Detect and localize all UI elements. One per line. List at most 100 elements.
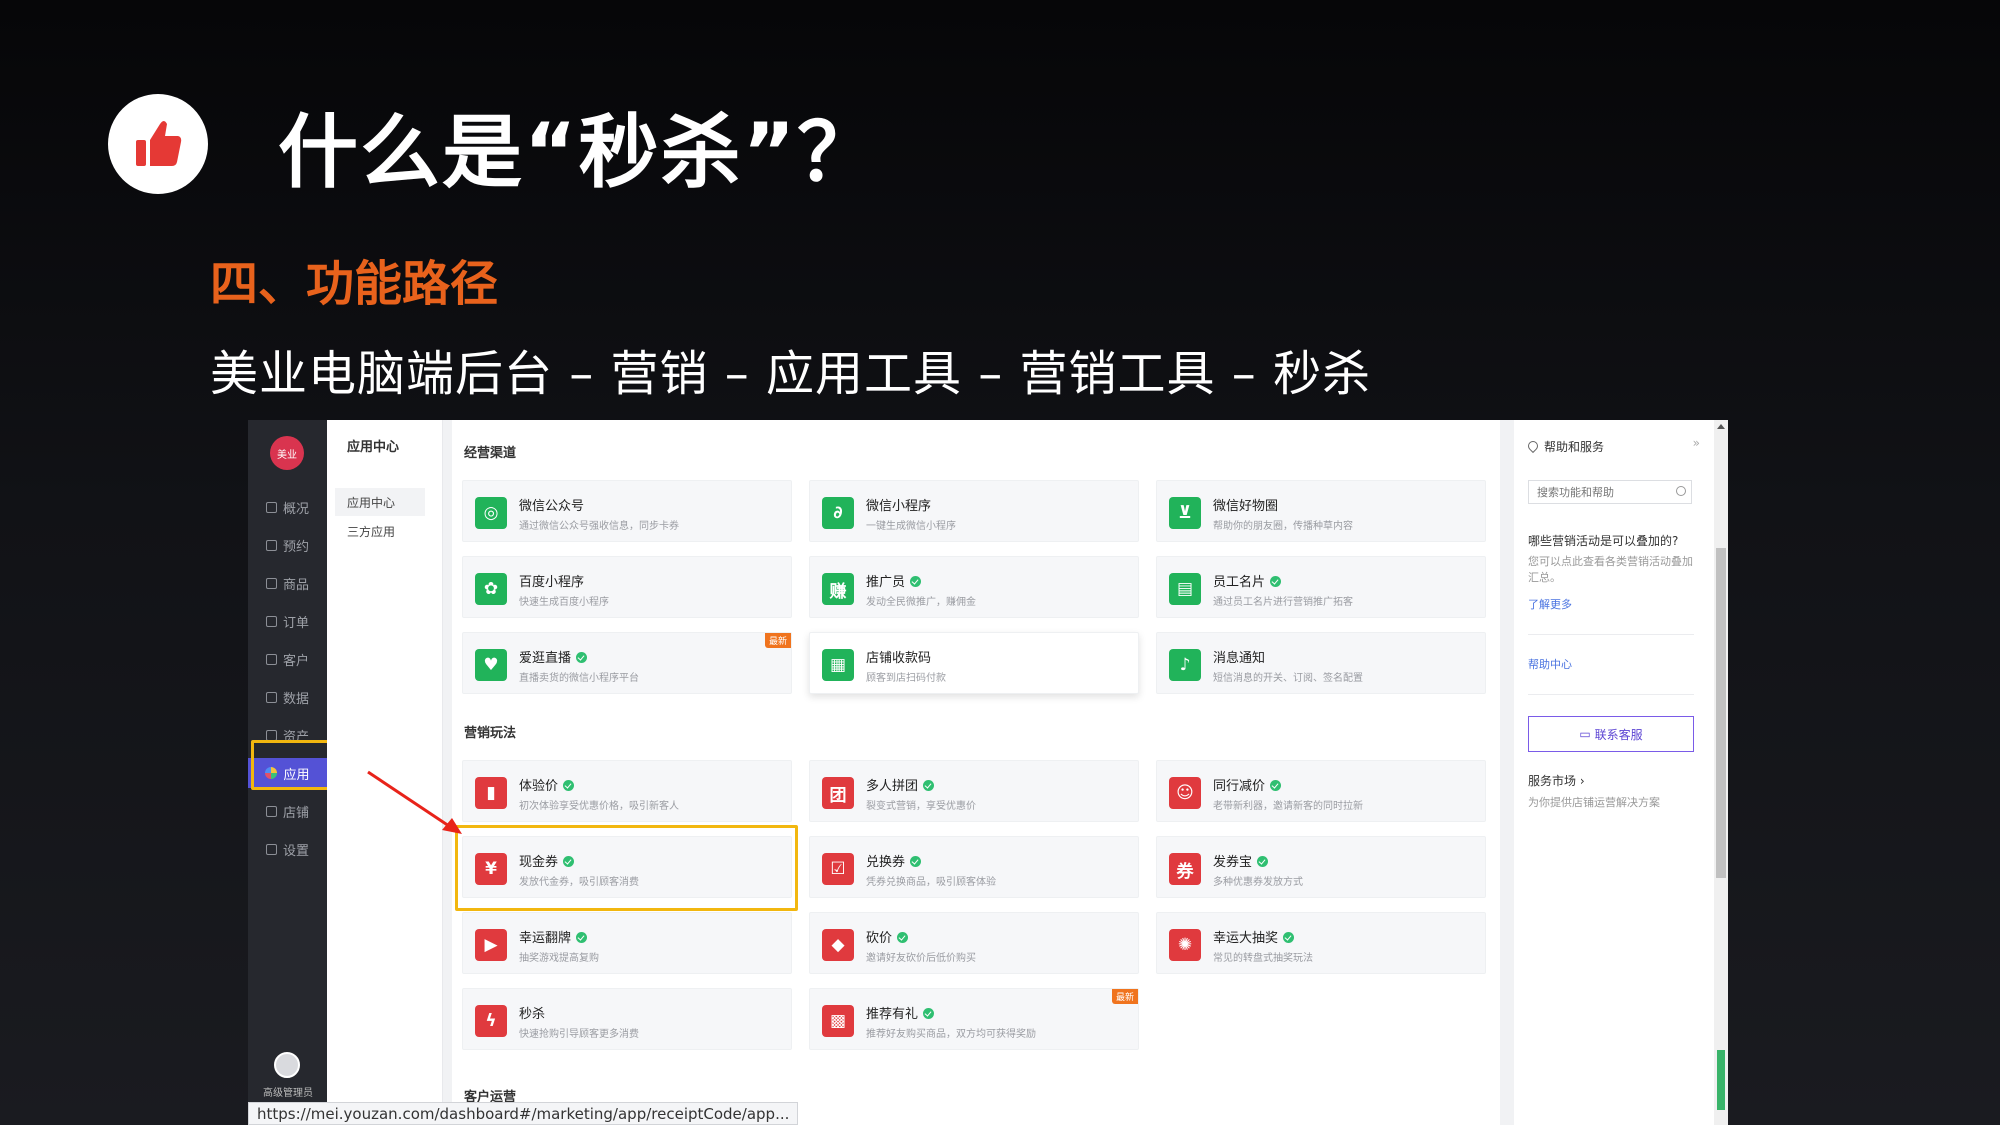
sidebar-item-settings[interactable]: 设置 (248, 834, 327, 864)
learn-more-link[interactable]: 了解更多 (1528, 596, 1572, 612)
help-center-link[interactable]: 帮助中心 (1528, 656, 1572, 672)
app-card-name: 幸运大抽奖 (1213, 927, 1295, 946)
divider (1528, 634, 1694, 635)
assets-icon (265, 729, 277, 741)
app-card[interactable]: ϟ 秒杀 快速抢购引导顾客更多消费 (462, 988, 792, 1050)
app-card-name-text: 砍价 (866, 931, 893, 946)
sidebar-item-goods[interactable]: 商品 (248, 568, 327, 598)
check-circle-icon (1270, 576, 1282, 587)
help-panel-title: 帮助和服务 (1525, 438, 1604, 455)
app-card-name: 幸运翻牌 (519, 927, 588, 946)
sidebar-item-overview[interactable]: 概况 (248, 492, 327, 522)
sidebar-item-label: 设置 (282, 843, 309, 859)
contact-support-button[interactable]: ▭ 联系客服 (1528, 716, 1694, 752)
new-badge: 最新 (764, 633, 791, 648)
location-pin-icon (1525, 438, 1541, 454)
app-center-content: 经营渠道 营销玩法 客户运营 ◎ 微信公众号 通过微信公众号强收信息，同步卡券 ∂ 微信… (452, 420, 1500, 1125)
sidebar-item-booking[interactable]: 预约 (248, 530, 327, 560)
wheel-icon: ✺ (1169, 929, 1201, 961)
check-circle-icon (1270, 780, 1282, 791)
help-question: 哪些营销活动是可以叠加的? (1528, 534, 1679, 548)
help-search-input[interactable] (1528, 480, 1692, 504)
sub-nav-item-third-party[interactable]: 三方应用 (335, 517, 425, 545)
sidebar-item-data[interactable]: 数据 (248, 682, 327, 712)
sidebar-item-orders[interactable]: 订单 (248, 606, 327, 636)
app-card-name: 兑换券 (866, 851, 922, 870)
app-card[interactable]: ✿ 百度小程序 快速生成百度小程序 (462, 556, 792, 618)
app-card-desc: 裂变式营销，享受优惠价 (866, 801, 976, 812)
sidebar-item-label: 客户 (282, 653, 309, 669)
app-card[interactable]: ☺ 同行减价 老带新利器，邀请新客的同时拉新 (1156, 760, 1486, 822)
app-card[interactable]: ◎ 微信公众号 通过微信公众号强收信息，同步卡券 (462, 480, 792, 542)
brand-logo[interactable]: 美业 (270, 436, 304, 470)
flip-icon: ▶ (475, 929, 507, 961)
app-card-name-text: 发券宝 (1213, 855, 1253, 870)
check-circle-icon (1283, 932, 1295, 943)
navigation-path: 美业电脑端后台 – 营销 – 应用工具 – 营销工具 – 秒杀 (210, 346, 1372, 402)
app-card[interactable]: ⊻ 微信好物圈 帮助你的朋友圈，传播种草内容 (1156, 480, 1486, 542)
user-role: 高级管理员 (263, 1088, 313, 1099)
red-arrow-icon (367, 770, 462, 834)
avatar[interactable] (274, 1052, 300, 1078)
sidebar-item-label: 数据 (282, 691, 309, 707)
section-title: 营销玩法 (464, 726, 517, 741)
app-card[interactable]: ♥ 爱逛直播 直播卖货的微信小程序平台 最新 (462, 632, 792, 694)
app-card-name-text: 推荐有礼 (866, 1007, 919, 1022)
overview-icon (265, 501, 277, 513)
bell-icon: ♪ (1169, 649, 1201, 681)
sub-nav-item-app-center[interactable]: 应用中心 (335, 488, 425, 516)
app-card-name: 微信小程序 (866, 495, 931, 514)
app-card[interactable]: ✺ 幸运大抽奖 常见的转盘式抽奖玩法 (1156, 912, 1486, 974)
app-card[interactable]: ▶ 幸运翻牌抽奖游戏提高复购 (462, 912, 792, 974)
app-card[interactable]: ▤ 员工名片 通过员工名片进行营销推广拓客 (1156, 556, 1486, 618)
app-card-name: 推广员 (866, 571, 922, 590)
app-card[interactable]: ◆ 砍价 邀请好友砍价后低价购买 (809, 912, 1139, 974)
wechat-icon: ◎ (475, 497, 507, 529)
app-card[interactable]: ▮ 体验价 初次体验享受优惠价格，吸引新客人 (462, 760, 792, 822)
goods-icon (265, 577, 277, 589)
app-card-desc: 抽奖游戏提高复购 (519, 953, 599, 964)
service-market-link[interactable]: 服务市场 › (1528, 772, 1585, 789)
app-card-name-text: 体验价 (519, 779, 559, 794)
app-card-name-text: 微信好物圈 (1213, 499, 1279, 514)
collapse-icon[interactable]: » (1693, 436, 1700, 450)
app-card-name-text: 幸运翻牌 (519, 931, 572, 946)
app-card-name: 发券宝 (1213, 851, 1269, 870)
scrollbar[interactable] (1714, 420, 1728, 1125)
check-circle-icon (576, 652, 588, 663)
app-card-desc: 快速抢购引导顾客更多消费 (519, 1029, 639, 1040)
sub-nav-title: 应用中心 (347, 440, 400, 455)
thumbs-up-logo (108, 94, 208, 194)
app-card-name-text: 店铺收款码 (866, 651, 932, 666)
app-card[interactable]: ☑ 兑换券 凭券兑换商品，吸引顾客体验 (809, 836, 1139, 898)
app-card-name-text: 秒杀 (519, 1007, 546, 1022)
check-circle-icon (923, 1008, 935, 1019)
miniprogram-icon: ∂ (822, 497, 854, 529)
app-card-name: 员工名片 (1213, 571, 1282, 590)
app-card-name-text: 幸运大抽奖 (1213, 931, 1279, 946)
slide-subtitle: 四、功能路径 (210, 256, 499, 312)
app-card[interactable]: ♪ 消息通知 短信消息的开关、订阅、签名配置 (1156, 632, 1486, 694)
sidebar-item-customers[interactable]: 客户 (248, 644, 327, 674)
app-card-desc: 通过员工名片进行营销推广拓客 (1213, 597, 1353, 608)
app-card-desc: 推荐好友购买商品，双方均可获得奖励 (866, 1029, 1036, 1040)
search-icon[interactable] (1676, 486, 1686, 496)
app-card[interactable]: ∂ 微信小程序 一键生成微信小程序 (809, 480, 1139, 542)
app-card-name-text: 消息通知 (1213, 651, 1266, 666)
app-card[interactable]: 券发券宝 多种优惠券发放方式 (1156, 836, 1486, 898)
app-card-desc: 直播卖货的微信小程序平台 (519, 673, 639, 684)
store-icon (265, 805, 277, 817)
app-card[interactable]: ▦ 店铺收款码 顾客到店扫码付款 (809, 632, 1139, 694)
sidebar-item-label: 商品 (282, 577, 309, 593)
app-card-name-text: 爱逛直播 (519, 651, 572, 666)
sidebar-item-label: 预约 (282, 539, 309, 555)
ticket-icon: 券 (1169, 853, 1201, 885)
app-card-name-text: 推广员 (866, 575, 906, 590)
app-card[interactable]: 赚推广员 发动全民微推广，赚佣金 (809, 556, 1139, 618)
app-card-name: 体验价 (519, 775, 575, 794)
app-card[interactable]: 团多人拼团 裂变式营销，享受优惠价 (809, 760, 1139, 822)
app-card[interactable]: ▩ 推荐有礼 推荐好友购买商品，双方均可获得奖励 最新 (809, 988, 1139, 1050)
sidebar-item-store[interactable]: 店铺 (248, 796, 327, 826)
scroll-thumb[interactable] (1716, 548, 1726, 878)
scroll-up-icon[interactable] (1717, 424, 1725, 429)
